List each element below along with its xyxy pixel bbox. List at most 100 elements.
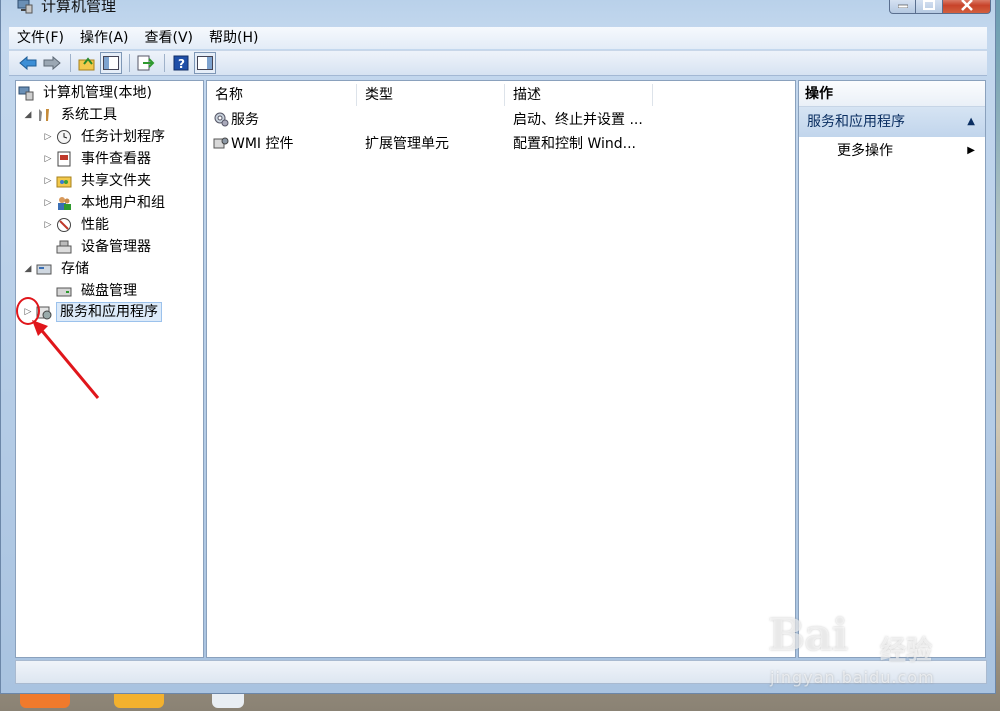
menu-file[interactable]: 文件(F) [9,27,72,49]
column-header-name[interactable]: 名称 [207,84,357,106]
toolbar-separator [129,54,130,72]
storage-icon [36,264,52,275]
back-button[interactable] [17,52,39,74]
gear-icon [214,112,229,127]
service-name: 服务 [231,112,259,128]
more-actions-item[interactable]: 更多操作 ▶ [799,137,985,165]
computer-management-icon [17,0,33,14]
up-folder-icon [78,57,95,71]
show-hide-tree-icon [103,56,119,70]
cell-name: 服务 [207,109,357,129]
export-list-button[interactable] [135,52,157,74]
collapsed-arrow-icon[interactable]: ▷ [42,176,54,186]
cell-description: 配置和控制 Wind... [513,136,636,152]
actions-title: 操作 [799,81,985,107]
minimize-button[interactable] [889,0,916,14]
tree-item-local-users[interactable]: ▷ 本地用户和组 [42,192,170,214]
forward-arrow-icon [43,56,61,70]
tree-label: 系统工具 [61,107,117,123]
tree-item-system-tools[interactable]: ◢ 系统工具 [22,104,122,126]
cell-type: 扩展管理单元 [365,136,449,152]
collapse-up-icon[interactable]: ▲ [967,107,975,137]
list-item-wmi-control[interactable]: WMI 控件 扩展管理单元 配置和控制 Wind... [207,132,653,154]
actions-section-label: 服务和应用程序 [807,114,905,130]
toolbar: ? [9,50,987,76]
tree-label: 共享文件夹 [81,173,151,189]
collapsed-arrow-icon[interactable]: ▷ [42,198,54,208]
up-level-button[interactable] [76,52,98,74]
tree-label: 设备管理器 [81,239,151,255]
performance-icon [57,218,71,232]
paw-icon [847,600,883,640]
menu-bar: 文件(F) 操作(A) 查看(V) 帮助(H) [9,27,987,49]
back-arrow-icon [19,56,37,70]
toolbar-separator [70,54,71,72]
cell-description: 启动、终止并设置 ... [513,112,643,128]
menu-help[interactable]: 帮助(H) [201,27,266,49]
users-icon [58,197,71,210]
tree-item-root[interactable]: 计算机管理(本地) [18,82,157,104]
device-manager-icon [56,240,72,254]
collapsed-arrow-icon[interactable]: ▷ [42,154,54,164]
tree-item-shared-folders[interactable]: ▷ 共享文件夹 [42,170,156,192]
tree-label: 事件查看器 [81,151,151,167]
tree-label: 存储 [61,261,89,277]
tree-label: 计算机管理(本地) [43,85,152,101]
help-button[interactable]: ? [170,52,192,74]
menu-view[interactable]: 查看(V) [137,27,202,49]
annotation-arrow-icon [32,320,100,399]
collapsed-arrow-icon[interactable]: ▷ [42,220,54,230]
watermark-subtitle: 经验 [880,636,933,666]
svg-text:?: ? [178,57,185,71]
submenu-arrow-icon: ▶ [967,145,975,156]
tree-item-performance[interactable]: ▷ 性能 [42,214,114,236]
watermark-url: jingyan.baidu.com [770,668,935,687]
help-icon: ? [173,55,189,71]
actions-pane: 操作 服务和应用程序 ▲ 更多操作 ▶ [798,80,986,658]
clock-icon [57,130,71,144]
computer-management-window: 计算机管理 文件(F) 操作(A) 查看(V) 帮助(H) ? 计算机管理(本地… [0,0,996,694]
menu-action[interactable]: 操作(A) [72,27,137,49]
close-button[interactable] [943,0,991,14]
window-controls [889,0,991,14]
forward-button[interactable] [41,52,63,74]
collapsed-arrow-icon[interactable]: ▷ [42,132,54,142]
service-name: WMI 控件 [231,136,294,152]
title-bar[interactable]: 计算机管理 [1,0,995,24]
tree-item-storage[interactable]: ◢ 存储 [22,258,94,280]
tools-icon [39,109,49,121]
tree-item-device-manager[interactable]: 设备管理器 [56,236,156,258]
tree-item-task-scheduler[interactable]: ▷ 任务计划程序 [42,126,170,148]
close-icon [960,0,973,11]
minimize-icon [897,4,908,8]
list-item-services[interactable]: 服务 启动、终止并设置 ... [207,108,653,130]
maximize-icon [923,0,935,10]
toolbar-separator [164,54,165,72]
expanded-arrow-icon[interactable]: ◢ [22,264,34,274]
column-header-type[interactable]: 类型 [357,84,505,106]
tree-item-disk-management[interactable]: 磁盘管理 [56,280,142,302]
export-list-icon [137,55,155,71]
list-header: 名称 类型 描述 [207,84,795,106]
wmi-control-icon [213,137,229,149]
tree-item-event-viewer[interactable]: ▷ 事件查看器 [42,148,156,170]
actions-section-services-apps[interactable]: 服务和应用程序 ▲ [799,107,985,137]
maximize-button[interactable] [916,0,943,14]
results-pane[interactable]: 名称 类型 描述 服务 启动、终止并设置 ... WMI 控件 扩展管理单元 配… [206,80,796,658]
event-log-icon [57,151,71,167]
watermark-logo-text: Bai [768,610,848,661]
tree-label: 任务计划程序 [81,129,165,145]
disk-icon [56,287,72,297]
show-hide-action-pane-icon [197,56,213,70]
more-actions-label: 更多操作 [837,143,893,159]
tree-label: 磁盘管理 [81,283,137,299]
tree-label: 性能 [81,217,109,233]
expanded-arrow-icon[interactable]: ◢ [22,110,34,120]
baidu-watermark: Bai 经验 jingyan.baidu.com [760,600,950,695]
window-title: 计算机管理 [41,0,117,15]
show-hide-tree-button[interactable] [100,52,122,74]
show-hide-action-pane-button[interactable] [194,52,216,74]
column-header-description[interactable]: 描述 [505,84,653,106]
computer-management-icon [18,86,34,101]
shared-folder-icon [56,176,72,188]
